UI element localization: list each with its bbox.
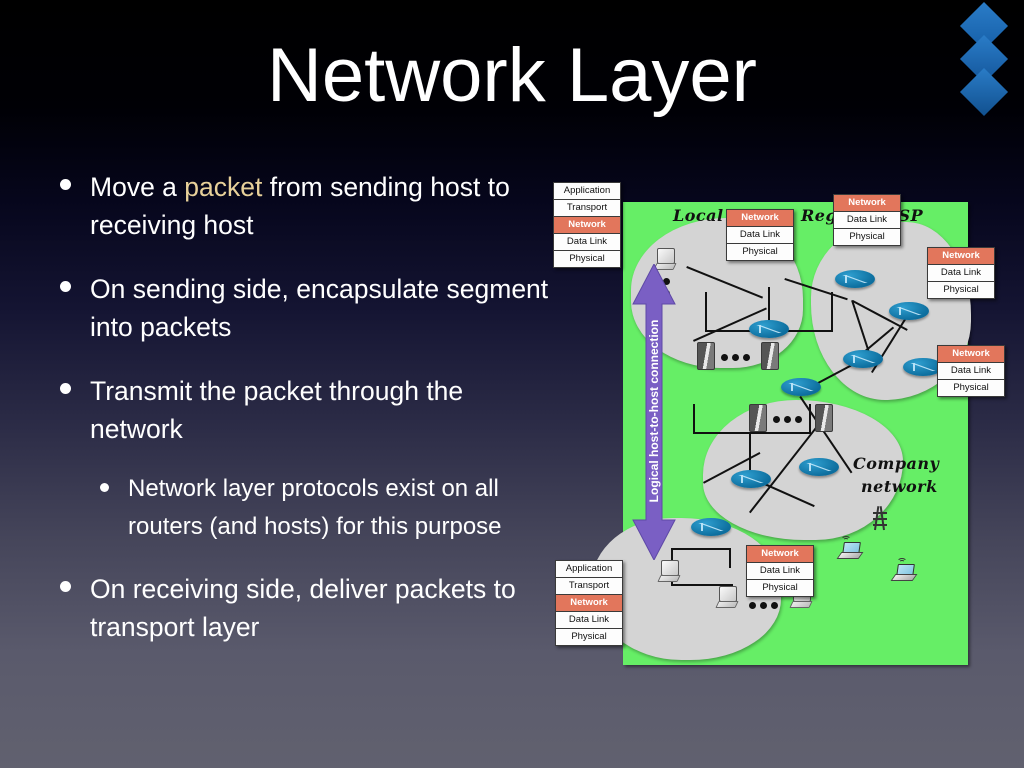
router-icon-local-isp: [749, 320, 789, 338]
stack-layer-network: Network: [727, 210, 793, 227]
company-network-label-line2: network: [861, 477, 938, 496]
stack-layer-datalink: Data Link: [928, 265, 994, 282]
slide-network-layer: Network Layer Move a packet from sending…: [0, 0, 1024, 768]
stack-layer-physical: Physical: [727, 244, 793, 260]
bullet-2-text: On sending side, encapsulate segment int…: [90, 274, 549, 342]
bullet-item-2: On sending side, encapsulate segment int…: [52, 270, 562, 346]
local-isp-router-stack: Network Data Link Physical: [726, 209, 794, 261]
bullet-4-text: On receiving side, deliver packets to tr…: [90, 574, 516, 642]
bullet-dot-icon: [100, 483, 109, 492]
bullet-dot-icon: [60, 581, 71, 592]
stack-layer-physical: Physical: [834, 229, 900, 245]
wireless-laptop-icon-1: [836, 542, 864, 559]
keyboard-icon: [657, 575, 681, 582]
stack-layer-physical: Physical: [747, 580, 813, 596]
sending-host-stack: Application Transport Network Data Link …: [553, 182, 621, 268]
router-icon-receiving-lan: [691, 518, 731, 536]
stack-layer-datalink: Data Link: [554, 234, 620, 251]
link-line: [729, 548, 731, 568]
stack-layer-datalink: Data Link: [556, 612, 622, 629]
server-icon-2: [761, 342, 779, 370]
network-layer-diagram: Local ISP Regional ISP Company network: [553, 182, 1005, 670]
monitor-icon: [657, 248, 675, 264]
link-line: [809, 404, 811, 434]
company-network-router-stack: Network Data Link Physical: [746, 545, 814, 597]
company-network-label-line1: Company: [853, 454, 940, 473]
server-icon-4: [815, 404, 833, 432]
server-icon-1: [697, 342, 715, 370]
link-line: [671, 548, 729, 550]
bullet-item-1: Move a packet from sending host to recei…: [52, 168, 562, 244]
keyboard-icon: [789, 601, 813, 608]
receiving-host-stack: Application Transport Network Data Link …: [555, 560, 623, 646]
bullet-dot-icon: [60, 383, 71, 394]
stack-layer-datalink: Data Link: [938, 363, 1004, 380]
bullet-dot-icon: [60, 179, 71, 190]
stack-layer-physical: Physical: [554, 251, 620, 267]
server-icon-3: [749, 404, 767, 432]
slide-title: Network Layer: [267, 33, 757, 118]
stack-layer-datalink: Data Link: [727, 227, 793, 244]
stack-layer-network: Network: [928, 248, 994, 265]
router-icon-regional-2: [889, 302, 929, 320]
bullet-dot-icon: [60, 281, 71, 292]
stack-layer-datalink: Data Link: [834, 212, 900, 229]
bullet-3-sub-1-text: Network layer protocols exist on all rou…: [128, 475, 502, 540]
stack-layer-physical: Physical: [556, 629, 622, 645]
ellipsis-dots: [773, 416, 802, 423]
bullet-item-4: On receiving side, deliver packets to tr…: [52, 570, 562, 646]
router-icon-company-access: [799, 458, 839, 476]
stack-layer-application: Application: [556, 561, 622, 578]
keyboard-icon: [715, 601, 739, 608]
regional-isp-router-stack-2: Network Data Link Physical: [927, 247, 995, 299]
wireless-laptop-icon-2: [890, 564, 918, 581]
router-icon-regional-1: [835, 270, 875, 288]
stack-layer-application: Application: [554, 183, 620, 200]
wireless-signal-icon-1: [841, 534, 853, 542]
router-icon-company-edge: [781, 378, 821, 396]
stack-layer-transport: Transport: [556, 578, 622, 595]
company-edge-router-stack: Network Data Link Physical: [937, 345, 1005, 397]
link-line: [705, 292, 707, 332]
router-icon-regional-3: [843, 350, 883, 368]
stack-layer-physical: Physical: [938, 380, 1004, 396]
stack-layer-network: Network: [834, 195, 900, 212]
logical-connection-arrow: [632, 264, 676, 560]
link-line: [693, 404, 695, 434]
bullet-3-text: Transmit the packet through the network: [90, 376, 464, 444]
bullet-item-3-sub-1: Network layer protocols exist on all rou…: [94, 470, 562, 546]
bullet-1-text-before: Move a: [90, 172, 185, 202]
receiving-host-pc-icon-2: [715, 586, 739, 608]
stack-layer-network: Network: [747, 546, 813, 563]
router-icon-company-core: [731, 470, 771, 488]
ellipsis-dots: [749, 602, 778, 609]
monitor-icon: [661, 560, 679, 576]
ellipsis-dots: [721, 354, 750, 361]
stack-layer-datalink: Data Link: [747, 563, 813, 580]
stack-layer-network: Network: [556, 595, 622, 612]
bullet-item-3: Transmit the packet through the network: [52, 372, 562, 448]
cell-tower-icon: [871, 504, 889, 531]
stack-layer-physical: Physical: [928, 282, 994, 298]
monitor-icon: [719, 586, 737, 602]
receiving-host-pc-icon: [657, 560, 681, 582]
wireless-signal-icon-2: [897, 556, 909, 564]
stack-layer-transport: Transport: [554, 200, 620, 217]
bullet-list: Move a packet from sending host to recei…: [52, 168, 562, 672]
stack-layer-network: Network: [554, 217, 620, 234]
link-line: [693, 432, 811, 434]
regional-isp-router-stack-1: Network Data Link Physical: [833, 194, 901, 246]
link-line: [831, 292, 833, 332]
stack-layer-network: Network: [938, 346, 1004, 363]
bullet-1-highlight: packet: [184, 172, 263, 202]
